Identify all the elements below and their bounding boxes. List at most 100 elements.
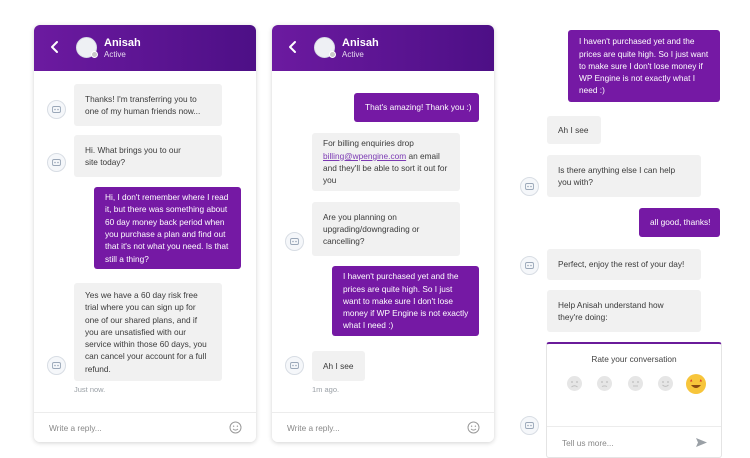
agent-avatar: [314, 37, 336, 58]
message-bot: Is there anything else I can help you wit…: [547, 155, 701, 197]
feedback-composer[interactable]: Tell us more...: [547, 426, 721, 457]
message-user: all good, thanks!: [639, 208, 720, 237]
rating-face-icon[interactable]: [567, 376, 582, 391]
status-dot: [329, 51, 336, 58]
message-line: you with?: [558, 177, 594, 187]
bot-avatar-icon: [47, 100, 66, 119]
message-user: I haven't purchased yet and the prices a…: [332, 266, 479, 336]
message-line: prices are quite high. So I just want: [579, 48, 709, 59]
message-line: Ah I see: [558, 124, 589, 135]
message-bot: Ah I see: [547, 116, 601, 144]
message-bot: Ah I see: [312, 351, 365, 381]
message-line: refund.: [85, 363, 111, 374]
emoji-icon[interactable]: [467, 421, 480, 434]
chat-panel-2: Anisah Active That's amazing! Thank you …: [272, 25, 494, 442]
chat-header: Anisah Active: [272, 25, 494, 71]
chat-header: Anisah Active: [34, 25, 256, 71]
message-bot: Are you planning on upgrading/downgradin…: [312, 202, 460, 256]
message-line: can cancel your account for a full: [85, 351, 207, 362]
message-bot: Help Anisah understand how they're doing:: [547, 290, 701, 332]
message-bot: Yes we have a 60 day risk free trial whe…: [74, 283, 222, 381]
reply-input[interactable]: Write a reply...: [49, 423, 102, 433]
message-timestamp: Just now.: [74, 385, 106, 394]
message-line: Ah I see: [323, 360, 354, 371]
message-user: Hi, I don't remember where I read it, bu…: [94, 187, 241, 269]
back-arrow-icon[interactable]: [287, 39, 299, 55]
chat-panel-3: I haven't purchased yet and the prices a…: [503, 0, 739, 458]
message-line: to make sure I don't lose money if: [579, 60, 703, 71]
scroll-fade: [34, 71, 256, 81]
message-line: it, but there was something about: [105, 204, 228, 215]
message-line: I haven't purchased yet and the: [343, 271, 459, 282]
bot-avatar-icon: [47, 153, 66, 172]
message-line: Hi. What brings you to our: [85, 144, 181, 155]
message-line: That's amazing! Thank you :): [365, 102, 472, 113]
message-line: Perfect, enjoy the rest of your day!: [558, 259, 685, 270]
agent-avatar: [76, 37, 98, 58]
message-line: Yes we have a 60 day risk free: [85, 289, 198, 300]
message-line: Is there anything else I can help: [558, 164, 676, 175]
message-line: that it's not what you need. Is that: [105, 241, 229, 252]
message-line: cancelling?: [323, 236, 365, 247]
message-user: I haven't purchased yet and the prices a…: [568, 30, 720, 102]
message-line: prices are quite high. So I just: [343, 283, 453, 294]
message-timestamp: 1m ago.: [312, 385, 340, 394]
message-line: all good, thanks!: [650, 217, 711, 228]
reply-input[interactable]: Write a reply...: [287, 423, 340, 433]
message-line: want to make sure I don't lose: [343, 295, 453, 306]
send-icon[interactable]: [695, 436, 708, 449]
message-line: upgrading/downgrading or: [323, 223, 420, 234]
message-line: one of my human friends now...: [85, 106, 201, 116]
back-arrow-icon[interactable]: [49, 39, 61, 55]
rating-title: Rate your conversation: [591, 354, 677, 364]
message-bot: Hi. What brings you to our site today?: [74, 135, 222, 177]
reply-composer[interactable]: Write a reply...: [272, 412, 494, 442]
message-user: That's amazing! Thank you :): [354, 93, 479, 122]
message-line: I haven't purchased yet and the: [579, 36, 695, 47]
message-line: you purchase a plan and find out: [105, 229, 226, 239]
message-line: 60 day money back period when: [105, 216, 225, 227]
feedback-input[interactable]: Tell us more...: [562, 438, 614, 448]
message-line: money if WP Engine is not exactly: [343, 308, 469, 319]
message-line: one of our shared plans, and if: [85, 314, 198, 325]
rating-face-icon[interactable]: [628, 376, 643, 391]
message-line: need :): [579, 85, 605, 96]
bot-avatar-icon: [520, 177, 539, 196]
message-line: For billing enquiries drop: [323, 138, 414, 149]
message-line: they're doing:: [558, 312, 608, 322]
bot-avatar-icon: [285, 232, 304, 251]
emoji-icon[interactable]: [229, 421, 242, 434]
bot-avatar-icon: [47, 356, 66, 375]
message-line: service within those 60 days, you: [85, 339, 207, 350]
message-bot: For billing enquiries drop billing@wpeng…: [312, 133, 460, 191]
message-line: an email: [408, 150, 440, 161]
rating-face-icon[interactable]: [658, 376, 673, 391]
message-line: Help Anisah understand how: [558, 299, 664, 310]
message-line: WP Engine is not exactly what I: [579, 73, 696, 84]
bot-avatar-icon: [520, 256, 539, 275]
chat-panel-1: Anisah Active Thanks! I'm transferring y…: [34, 25, 256, 442]
scroll-fade: [272, 71, 494, 81]
rating-face-icon[interactable]: [686, 374, 706, 394]
message-bot: Perfect, enjoy the rest of your day!: [547, 249, 701, 280]
message-line: you: [323, 175, 337, 186]
message-line: and they'll be able to sort it out for: [323, 163, 448, 173]
message-line: trial where you can sign up for: [85, 302, 196, 313]
message-line: Hi, I don't remember where I read: [105, 192, 229, 203]
message-line: Are you planning on: [323, 211, 397, 222]
agent-name: Anisah: [342, 37, 379, 49]
message-bot: Thanks! I'm transferring you to one of my…: [74, 84, 222, 126]
billing-email-link[interactable]: billing@wpengine.com: [323, 151, 406, 161]
status-dot: [91, 51, 98, 58]
bot-avatar-icon: [520, 416, 539, 435]
agent-status: Active: [104, 50, 126, 59]
reply-composer[interactable]: Write a reply...: [34, 412, 256, 442]
rating-face-icon[interactable]: [597, 376, 612, 391]
message-line: what I need :): [343, 320, 394, 331]
message-line: Thanks! I'm transferring you to: [85, 93, 197, 104]
message-line: site today?: [85, 157, 126, 167]
bot-avatar-icon: [285, 356, 304, 375]
agent-name: Anisah: [104, 37, 141, 49]
message-line: you are unsatisfied with our: [85, 326, 187, 337]
message-line: still a thing?: [105, 253, 149, 264]
